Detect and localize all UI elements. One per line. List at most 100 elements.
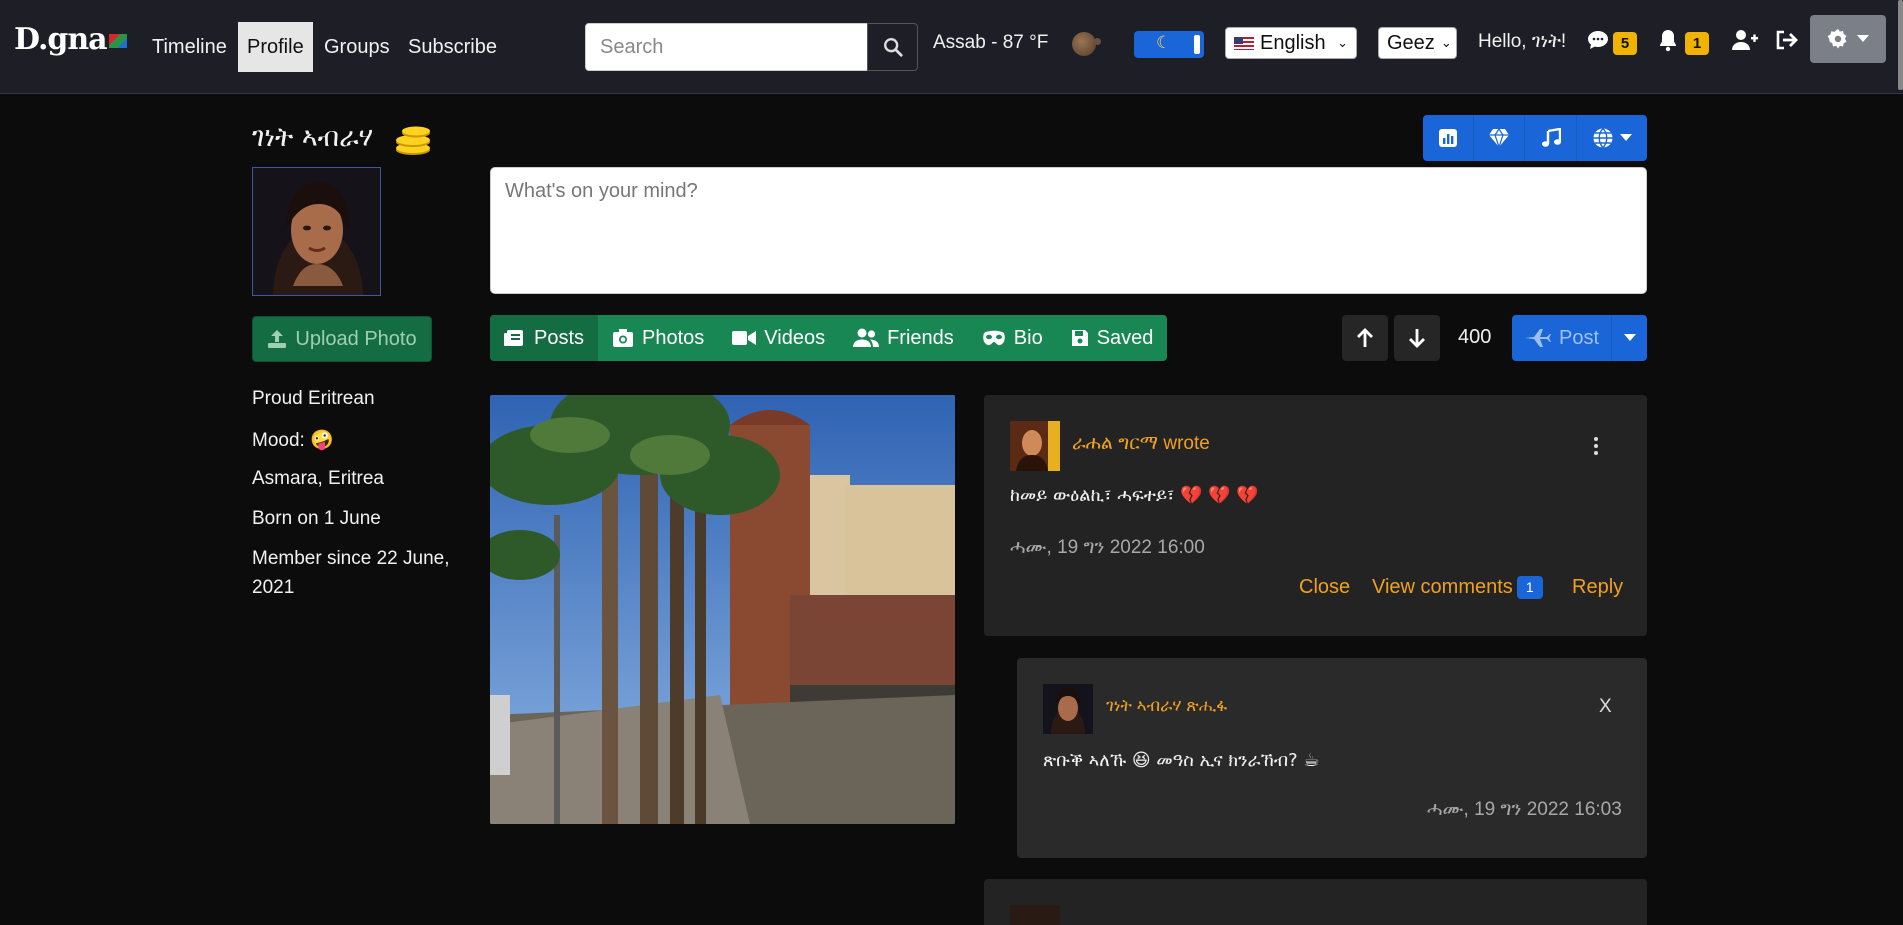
post-text: ከመይ ውዕልኪ፣ ሓፍተይ፣ 💔 💔 💔 (1010, 485, 1259, 506)
nav-groups[interactable]: Groups (315, 22, 399, 72)
search-button[interactable] (867, 23, 918, 71)
scrollbar[interactable] (1898, 0, 1903, 90)
save-icon (1071, 330, 1088, 346)
nav-profile[interactable]: Profile (238, 22, 313, 72)
nav-timeline[interactable]: Timeline (143, 22, 236, 72)
post-menu-button[interactable] (1590, 433, 1602, 459)
bio-member-since: Member since 22 June, (252, 548, 450, 569)
reply-text: ጽቡቕ ኣለኹ 😆 መዓስ ኢና ክንራኸብ? ☕ (1043, 750, 1320, 771)
composer-toolbar (1423, 115, 1647, 161)
mask-icon (983, 330, 1005, 346)
music-button[interactable] (1525, 115, 1577, 161)
script-select[interactable]: Geez ⌄ (1378, 27, 1457, 59)
post-author-avatar[interactable] (1010, 421, 1060, 471)
post-composer-input[interactable] (490, 167, 1647, 294)
gear-icon (1827, 28, 1847, 49)
toggle-knob (1194, 35, 1200, 54)
nav-subscribe[interactable]: Subscribe (399, 22, 506, 72)
tab-posts-label: Posts (534, 326, 585, 349)
notifications-count-badge: 1 (1685, 32, 1709, 55)
post-text-body: ከመይ ውዕልኪ፣ ሓፍተይ፣ (1010, 485, 1175, 506)
tab-photos-label: Photos (642, 326, 705, 349)
bio-tagline: Proud Eritrean (252, 388, 375, 409)
mood-label: Mood: (252, 430, 305, 451)
settings-button[interactable] (1810, 15, 1886, 63)
profile-tabs: Posts Photos Videos Friends Bio Saved (490, 315, 1168, 361)
chevron-down-icon: ⌄ (1337, 35, 1348, 50)
view-comments-label: View comments (1372, 576, 1513, 598)
tab-bio[interactable]: Bio (968, 315, 1057, 361)
site-logo[interactable]: D.gna (14, 22, 127, 57)
messages-count-badge: 5 (1613, 32, 1637, 55)
post-card: ራሐል ግርማ wrote ከመይ ውዕልኪ፣ ሓፍተይ፣ 💔 💔 💔 ሓሙ, … (984, 395, 1647, 636)
post-options-button[interactable] (1611, 315, 1647, 361)
music-icon (1541, 128, 1561, 147)
post-timestamp: ሓሙ, 19 ግን 2022 16:00 (1010, 537, 1205, 558)
arrow-up-icon (1357, 328, 1373, 347)
next-post-avatar[interactable] (1010, 905, 1060, 925)
logout-button[interactable] (1774, 28, 1800, 54)
moon-icon: ☾ (1156, 33, 1172, 52)
post-photo[interactable] (490, 395, 955, 824)
reply-card: ገነት ኣብራሃ ጽሒፋ X ጽቡቕ ኣለኹ 😆 መዓስ ኢና ክንራኸብ? ☕… (1017, 658, 1647, 858)
reply-author-avatar[interactable] (1043, 684, 1093, 734)
profile-name: ገነት ኣብራሃ (252, 122, 374, 153)
language-select-value: English (1260, 31, 1326, 54)
notifications-button[interactable] (1657, 28, 1683, 54)
upload-photo-label: Upload Photo (295, 327, 417, 350)
post-button-label: Post (1558, 326, 1600, 349)
post-author-link[interactable]: ራሐል ግርማ wrote (1072, 433, 1210, 455)
sort-down-button[interactable] (1394, 315, 1440, 361)
camera-icon (613, 329, 634, 347)
visibility-dropdown[interactable] (1577, 115, 1647, 161)
posts-icon (504, 330, 523, 346)
close-reply-button[interactable]: X (1599, 696, 1612, 718)
reply-timestamp: ሓሙ, 19 ግን 2022 16:03 (1427, 799, 1622, 820)
weather-readout: Assab - 87 °F (933, 32, 1049, 53)
premium-button[interactable] (1474, 115, 1526, 161)
greeting: Hello, ገነት! (1478, 31, 1567, 52)
script-select-value: Geez (1387, 31, 1435, 54)
tab-photos[interactable]: Photos (598, 315, 718, 361)
reply-author-link[interactable]: ገነት ኣብራሃ ጽሒፋ (1106, 696, 1227, 716)
bell-icon (1660, 30, 1676, 52)
tab-friends[interactable]: Friends (839, 315, 968, 361)
arrow-down-icon (1409, 329, 1425, 348)
character-count: 400 (1458, 326, 1492, 348)
view-comments-button[interactable]: View comments 1 (1372, 576, 1543, 600)
tab-videos[interactable]: Videos (718, 315, 839, 361)
users-icon (853, 328, 880, 347)
gem-icon (1489, 128, 1510, 148)
close-post-button[interactable]: Close (1299, 576, 1350, 599)
sign-out-icon (1776, 30, 1798, 50)
chevron-down-icon: ⌄ (1440, 35, 1452, 50)
dark-mode-toggle[interactable]: ☾ (1134, 31, 1204, 58)
next-post-card (984, 879, 1647, 925)
tab-bio-label: Bio (1013, 326, 1043, 349)
plane-icon (1524, 329, 1551, 347)
post-button[interactable]: Post (1512, 315, 1612, 361)
bio-location: Asmara, Eritrea (252, 468, 384, 489)
tab-saved-label: Saved (1096, 326, 1154, 349)
caret-down-icon (1623, 334, 1636, 341)
sms-icon (1588, 31, 1608, 49)
upload-photo-button[interactable]: Upload Photo (252, 316, 432, 362)
messages-button[interactable] (1586, 28, 1612, 54)
stats-button[interactable] (1423, 115, 1475, 161)
reply-button[interactable]: Reply (1572, 576, 1623, 599)
tab-saved[interactable]: Saved (1057, 315, 1168, 361)
bio-born: Born on 1 June (252, 508, 381, 529)
search-icon (883, 38, 903, 57)
bio-member-since-year: 2021 (252, 577, 295, 598)
language-select[interactable]: English ⌄ (1225, 27, 1357, 59)
tab-videos-label: Videos (764, 326, 826, 349)
chart-icon (1439, 129, 1458, 147)
moon-phase-icon (1072, 32, 1096, 56)
sort-up-button[interactable] (1342, 315, 1388, 361)
add-friend-button[interactable] (1731, 28, 1758, 54)
profile-avatar[interactable] (252, 167, 381, 296)
video-icon (732, 331, 757, 345)
search-input[interactable] (585, 23, 868, 71)
tab-posts[interactable]: Posts (490, 315, 599, 361)
broken-heart-emojis: 💔 💔 💔 (1180, 485, 1259, 506)
